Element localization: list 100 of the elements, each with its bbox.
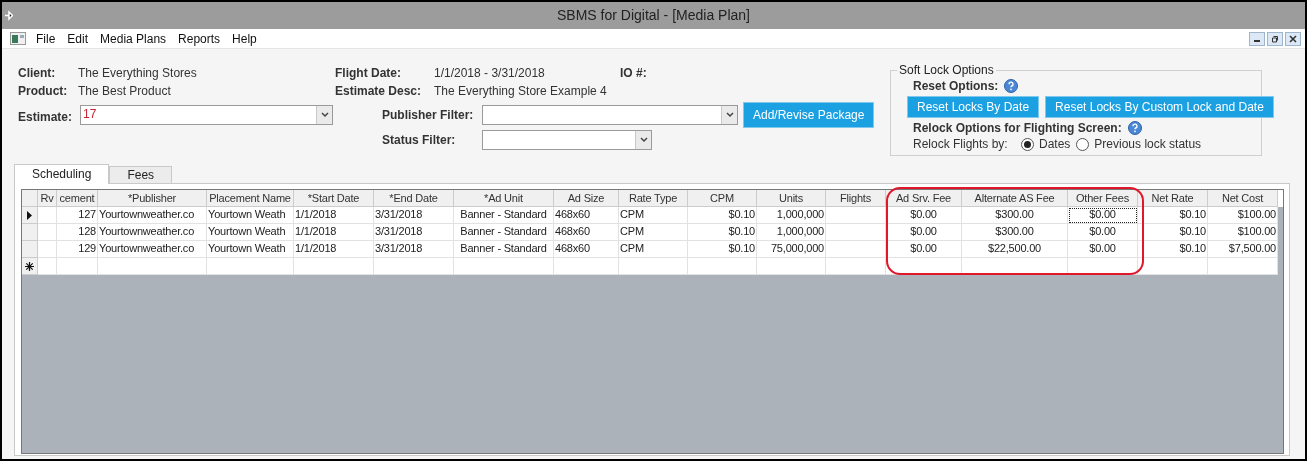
relock-flights-label: Relock Flights by: <box>913 136 1009 153</box>
minimize-icon <box>1253 40 1261 42</box>
column-header[interactable]: *Publisher <box>98 190 207 207</box>
table-cell: $0.00 <box>886 224 962 241</box>
radio-button[interactable] <box>1076 137 1090 151</box>
client-value: The Everything Stores <box>78 65 198 82</box>
close-button[interactable] <box>1285 31 1301 46</box>
help-icon[interactable] <box>1004 79 1019 93</box>
publisher-filter-dropdown[interactable] <box>482 105 738 125</box>
menu-item[interactable]: File <box>30 29 62 48</box>
column-header[interactable]: cement <box>57 190 98 207</box>
table-cell: $300.00 <box>962 224 1068 241</box>
table-cell: $100.00 <box>1208 207 1278 224</box>
restore-icon <box>1271 34 1279 43</box>
table-cell <box>688 258 757 275</box>
chevron-down-icon <box>320 112 329 118</box>
new-row-icon <box>25 261 34 271</box>
radio-option[interactable]: Previous lock status <box>1076 135 1202 153</box>
window-title: SBMS for Digital - [Media Plan] <box>556 6 751 25</box>
restore-button[interactable] <box>1267 31 1283 46</box>
menu-item[interactable]: Media Plans <box>94 29 173 48</box>
column-header[interactable]: Net Rate <box>1138 190 1208 207</box>
flight-date-value: 1/1/2018 - 3/31/2018 <box>434 65 546 82</box>
table-cell: $0.10 <box>688 241 757 258</box>
flight-date-label: Flight Date: <box>335 65 402 82</box>
table-cell <box>826 258 886 275</box>
product-value: The Best Product <box>78 83 172 100</box>
app-icon[interactable] <box>10 32 26 45</box>
column-header[interactable]: Alternate AS Fee <box>962 190 1068 207</box>
table-cell: Yourtownweather.co <box>98 207 207 224</box>
table-cell: 1,000,000 <box>757 224 826 241</box>
radio-option[interactable]: Dates <box>1021 135 1071 153</box>
table-cell: 127 <box>57 207 98 224</box>
table-cell: Banner - Standard <box>454 241 554 258</box>
table-cell: $0.10 <box>1138 207 1208 224</box>
chevron-down-icon <box>639 137 648 143</box>
table-cell <box>38 258 57 275</box>
row-header[interactable] <box>22 258 38 275</box>
table-cell: $0.00 <box>886 207 962 224</box>
group-title: Soft Lock Options <box>897 63 996 77</box>
column-header[interactable]: Ad Srv. Fee <box>886 190 962 207</box>
client-label: Client: <box>18 65 57 82</box>
current-row-icon <box>27 210 32 220</box>
table-cell: 1,000,000 <box>757 207 826 224</box>
table-cell: Yourtown Weath <box>207 207 294 224</box>
table-cell: 1/1/2018 <box>294 207 374 224</box>
dropdown-button[interactable] <box>635 131 651 149</box>
column-header[interactable]: Placement Name <box>207 190 294 207</box>
table-cell <box>757 258 826 275</box>
estimate-desc-value: The Everything Store Example 4 <box>434 83 607 100</box>
dropdown-button[interactable] <box>316 106 332 124</box>
menu-item[interactable]: Reports <box>172 29 227 48</box>
row-header[interactable] <box>22 207 38 224</box>
estimate-desc-label: Estimate Desc: <box>335 83 423 100</box>
menu-item[interactable]: Help <box>226 29 263 48</box>
table-cell: Yourtownweather.co <box>98 224 207 241</box>
table-cell: $0.10 <box>688 207 757 224</box>
io-number-label: IO #: <box>620 65 647 82</box>
table-cell: $0.10 <box>688 224 757 241</box>
tab[interactable]: Fees <box>109 166 173 183</box>
table-cell: 128 <box>57 224 98 241</box>
column-header[interactable]: *Ad Unit <box>454 190 554 207</box>
table-cell: 129 <box>57 241 98 258</box>
table-cell: $0.00 <box>1068 207 1138 224</box>
table-cell: 468x60 <box>554 241 619 258</box>
table-cell: CPM <box>619 224 688 241</box>
column-header[interactable]: Rate Type <box>619 190 688 207</box>
cursor-icon <box>4 10 13 21</box>
column-header[interactable]: Units <box>757 190 826 207</box>
radio-button[interactable] <box>1021 137 1034 151</box>
help-icon[interactable] <box>1127 121 1142 135</box>
table-cell: $100.00 <box>1208 224 1278 241</box>
table-cell: Banner - Standard <box>454 224 554 241</box>
table-cell: 3/31/2018 <box>374 224 454 241</box>
table-cell: 468x60 <box>554 207 619 224</box>
column-header[interactable]: Flights <box>826 190 886 207</box>
column-header[interactable]: Ad Size <box>554 190 619 207</box>
minimize-button[interactable] <box>1249 31 1265 46</box>
dropdown-button[interactable] <box>721 106 737 124</box>
table-cell: CPM <box>619 241 688 258</box>
estimate-dropdown[interactable]: 17 <box>80 105 333 125</box>
column-header[interactable]: Other Fees <box>1068 190 1138 207</box>
table-cell: CPM <box>619 207 688 224</box>
table-cell: 3/31/2018 <box>374 207 454 224</box>
table-cell: $0.10 <box>1138 224 1208 241</box>
status-filter-dropdown[interactable] <box>482 130 652 150</box>
menu-item[interactable]: Edit <box>61 29 95 48</box>
reset-options-label: Reset Options: <box>913 78 999 95</box>
estimate-label: Estimate: <box>18 109 74 126</box>
tab[interactable]: Scheduling <box>14 164 110 184</box>
product-label: Product: <box>18 83 69 100</box>
column-header[interactable]: Rv <box>38 190 57 207</box>
row-header <box>22 190 38 207</box>
table-cell: 75,000,000 <box>757 241 826 258</box>
table-cell: Banner - Standard <box>454 207 554 224</box>
column-header[interactable]: *Start Date <box>294 190 374 207</box>
column-header[interactable]: CPM <box>688 190 757 207</box>
table-cell <box>57 258 98 275</box>
column-header[interactable]: Net Cost <box>1208 190 1278 207</box>
column-header[interactable]: *End Date <box>374 190 454 207</box>
